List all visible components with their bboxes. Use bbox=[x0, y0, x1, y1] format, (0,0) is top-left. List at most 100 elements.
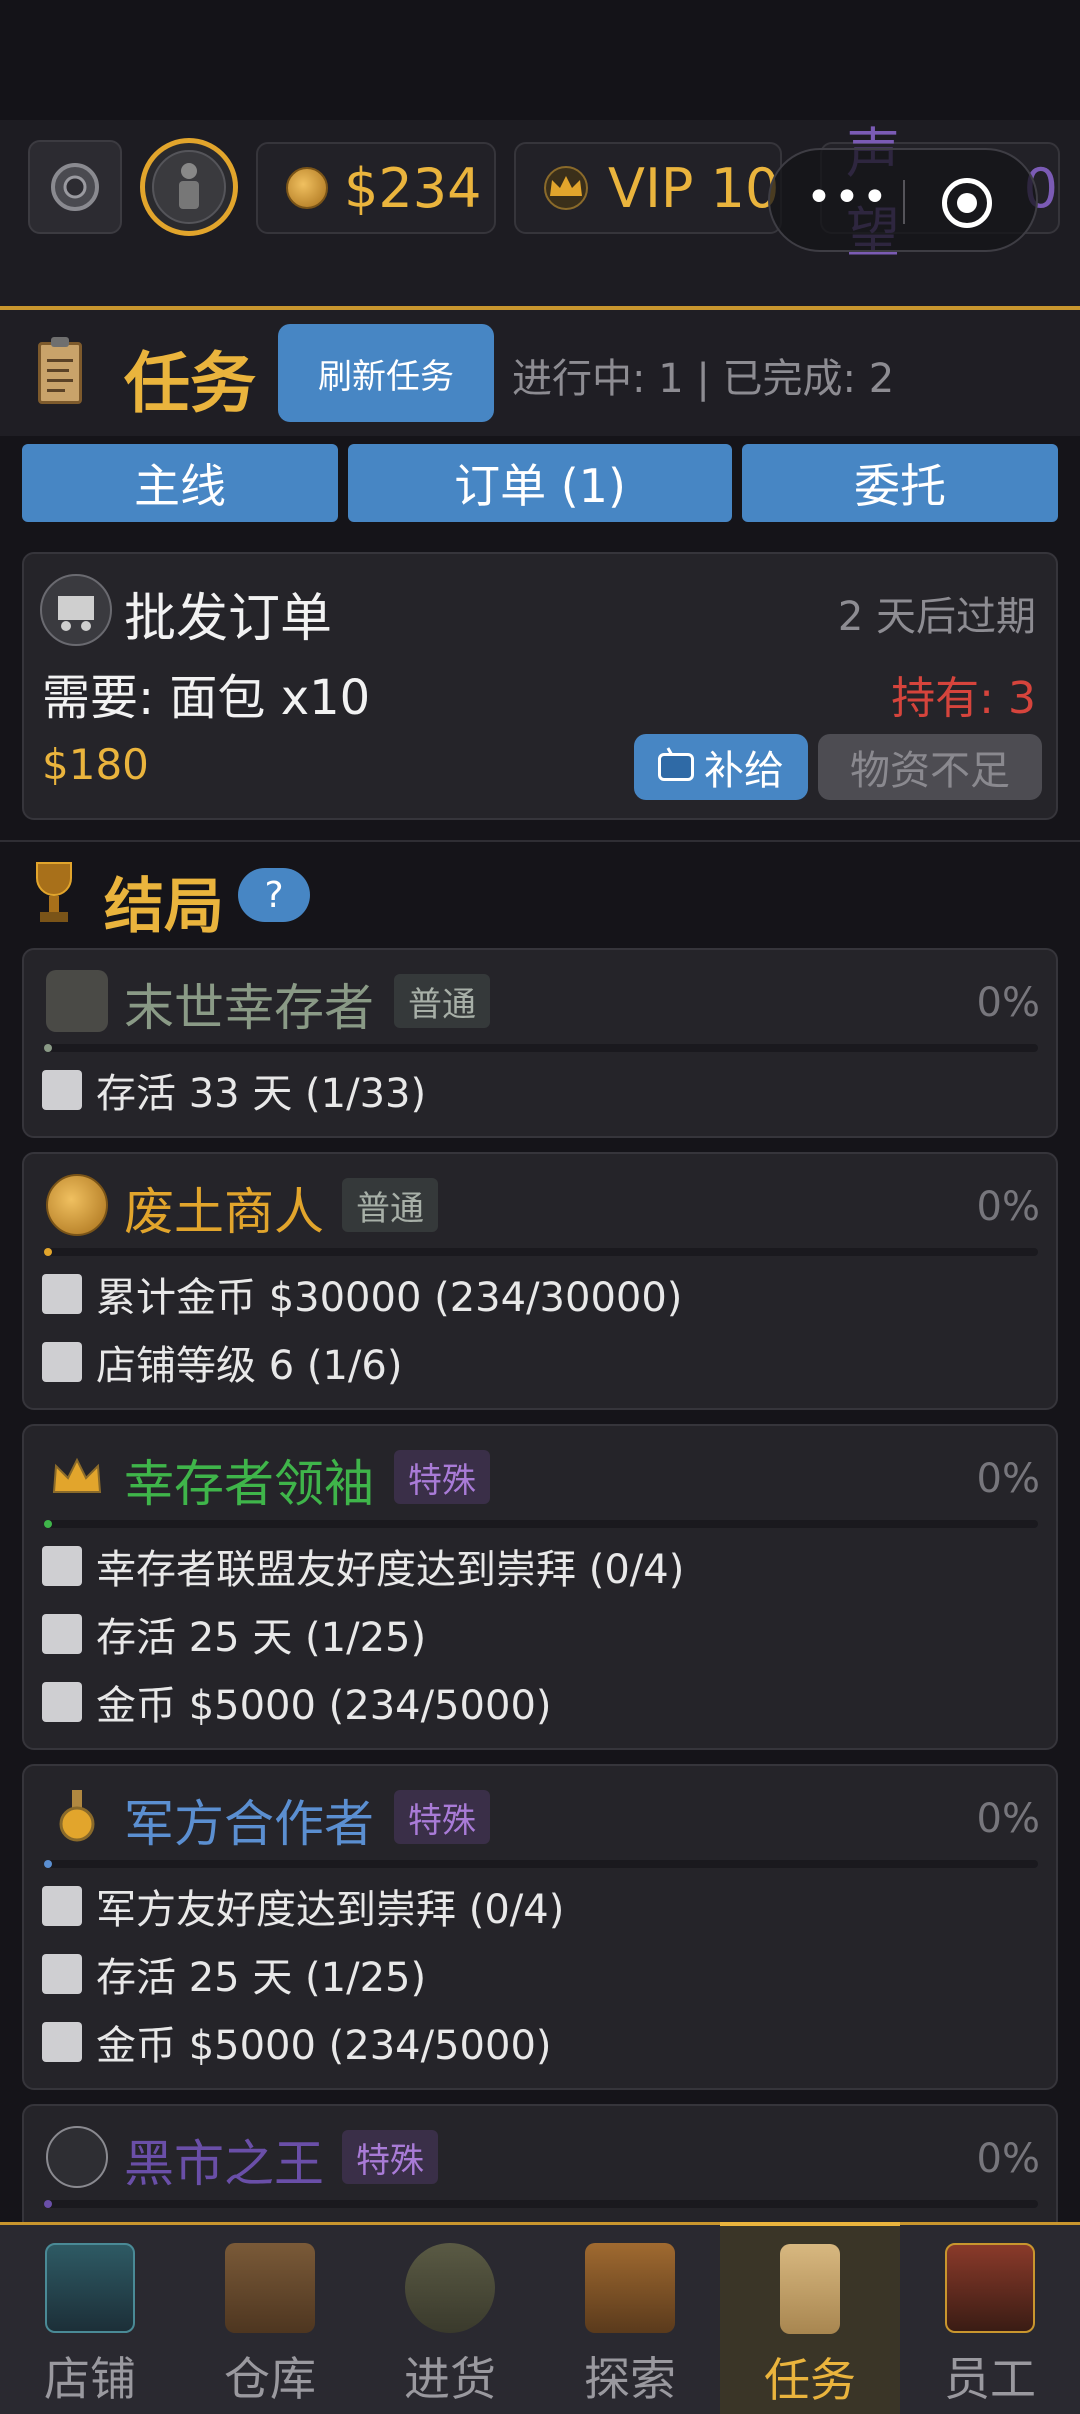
tasks-icon bbox=[780, 2244, 840, 2334]
requirement-item: 存活 25 天 (1/25) bbox=[42, 1950, 426, 2001]
ending-card[interactable]: 末世幸存者 普通 0% 存活 33 天 (1/33) bbox=[22, 948, 1058, 1138]
ending-name: 幸存者领袖 bbox=[124, 1455, 374, 1513]
money-value: $234 bbox=[344, 156, 482, 220]
ending-card[interactable]: 废土商人 普通 0% 累计金币 $30000 (234/30000) 店铺等级 … bbox=[22, 1152, 1058, 1410]
ending-progress-track bbox=[44, 1520, 1038, 1528]
survivor-portrait-icon bbox=[152, 150, 226, 224]
nav-explore[interactable]: 探索 bbox=[540, 2225, 720, 2414]
ending-card[interactable]: 军方合作者 特殊 0% 军方友好度达到崇拜 (0/4) 存活 25 天 (1/2… bbox=[22, 1764, 1058, 2090]
coin-icon bbox=[286, 167, 328, 209]
checkbox-icon bbox=[42, 1342, 82, 1382]
requirement-item: 累计金币 $30000 (234/30000) bbox=[42, 1270, 682, 1321]
supply-label: 补给 bbox=[704, 748, 784, 794]
section-divider bbox=[0, 840, 1080, 842]
requirement-item: 军方友好度达到崇拜 (0/4) bbox=[42, 1882, 564, 1933]
requirement-text: 军方友好度达到崇拜 (0/4) bbox=[96, 1887, 565, 1933]
nav-shop[interactable]: 店铺 bbox=[0, 2225, 180, 2414]
requirement-item: 金币 $5000 (234/5000) bbox=[42, 2018, 552, 2069]
checkbox-icon bbox=[42, 1070, 82, 1110]
more-icon[interactable]: ••• bbox=[806, 176, 890, 220]
ending-card[interactable]: 幸存者领袖 特殊 0% 幸存者联盟友好度达到崇拜 (0/4) 存活 25 天 (… bbox=[22, 1424, 1058, 1750]
order-owned: 持有: 3 bbox=[891, 673, 1036, 724]
requirement-item: 存活 25 天 (1/25) bbox=[42, 1610, 426, 1661]
nav-restock[interactable]: 进货 bbox=[360, 2225, 540, 2414]
vip-level: VIP 10 bbox=[608, 156, 780, 220]
requirement-text: 金币 $5000 (234/5000) bbox=[96, 1683, 552, 1729]
refresh-tasks-button[interactable]: 刷新任务 bbox=[278, 324, 494, 422]
requirement-text: 金币 $5000 (234/5000) bbox=[96, 2023, 552, 2069]
ending-badge: 特殊 bbox=[394, 1450, 490, 1504]
ending-name: 军方合作者 bbox=[124, 1795, 374, 1853]
checkbox-icon bbox=[42, 1614, 82, 1654]
supply-button[interactable]: 补给 bbox=[634, 734, 808, 800]
requirement-text: 幸存者联盟友好度达到崇拜 (0/4) bbox=[96, 1547, 685, 1593]
ending-progress-fill bbox=[44, 1860, 52, 1868]
ending-percent: 0% bbox=[976, 980, 1040, 1026]
coin-icon bbox=[46, 1174, 108, 1236]
tab-orders[interactable]: 订单 (1) bbox=[348, 444, 732, 522]
staff-icon bbox=[945, 2243, 1035, 2333]
nav-warehouse[interactable]: 仓库 bbox=[180, 2225, 360, 2414]
bottom-nav: 店铺 仓库 进货 探索 任务 员工 bbox=[0, 2222, 1080, 2414]
requirement-text: 累计金币 $30000 (234/30000) bbox=[96, 1275, 683, 1321]
ending-badge: 普通 bbox=[394, 974, 490, 1028]
page-title: 任务 bbox=[124, 345, 256, 422]
ending-badge: 特殊 bbox=[342, 2130, 438, 2184]
ending-badge: 特殊 bbox=[394, 1790, 490, 1844]
order-expire: 2 天后过期 bbox=[837, 594, 1036, 640]
nav-tasks[interactable]: 任务 bbox=[720, 2222, 900, 2414]
order-requirement: 需要: 面包 x10 bbox=[42, 670, 371, 726]
ending-name: 末世幸存者 bbox=[124, 979, 374, 1037]
vip-display[interactable]: VIP 10 bbox=[514, 142, 782, 234]
ending-name: 黑市之王 bbox=[124, 2135, 324, 2193]
checkbox-icon bbox=[42, 1954, 82, 1994]
nav-staff[interactable]: 员工 bbox=[900, 2225, 1080, 2414]
medal-icon bbox=[59, 1790, 95, 1842]
gear-icon bbox=[51, 163, 99, 211]
ending-percent: 0% bbox=[976, 1796, 1040, 1842]
requirement-item: 存活 33 天 (1/33) bbox=[42, 1066, 426, 1117]
insufficient-button[interactable]: 物资不足 bbox=[818, 734, 1042, 800]
miniprogram-capsule: ••• bbox=[768, 148, 1038, 252]
tab-main[interactable]: 主线 bbox=[22, 444, 338, 522]
nav-label: 任务 bbox=[764, 2353, 856, 2407]
help-button[interactable]: ? bbox=[238, 868, 310, 922]
money-display: $234 bbox=[256, 142, 496, 234]
trophy-icon bbox=[34, 862, 74, 924]
requirement-text: 存活 25 天 (1/25) bbox=[96, 1615, 427, 1661]
tv-icon bbox=[658, 753, 694, 781]
restock-icon bbox=[405, 2243, 495, 2333]
ending-progress-track bbox=[44, 1860, 1038, 1868]
status-bar bbox=[0, 0, 1080, 120]
ending-progress-track bbox=[44, 2200, 1038, 2208]
crown-icon bbox=[52, 1457, 102, 1493]
ending-percent: 0% bbox=[976, 1184, 1040, 1230]
ending-percent: 0% bbox=[976, 1456, 1040, 1502]
task-progress-text: 进行中: 1 | 已完成: 2 bbox=[512, 356, 895, 402]
ending-name: 废土商人 bbox=[124, 1183, 324, 1241]
close-target-icon[interactable] bbox=[942, 178, 992, 228]
order-reward: $180 bbox=[42, 740, 149, 789]
warehouse-icon bbox=[225, 2243, 315, 2333]
requirement-text: 店铺等级 6 (1/6) bbox=[96, 1343, 403, 1389]
requirement-text: 存活 25 天 (1/25) bbox=[96, 1955, 427, 2001]
requirement-text: 存活 33 天 (1/33) bbox=[96, 1071, 427, 1117]
ending-progress-fill bbox=[44, 2200, 52, 2208]
nav-label: 进货 bbox=[404, 2352, 496, 2406]
nav-label: 仓库 bbox=[224, 2352, 316, 2406]
skull-emblem-icon bbox=[46, 2126, 108, 2188]
requirement-item: 金币 $5000 (234/5000) bbox=[42, 1678, 552, 1729]
ending-progress-fill bbox=[44, 1520, 52, 1528]
ending-badge: 普通 bbox=[342, 1178, 438, 1232]
settings-button[interactable] bbox=[28, 140, 122, 234]
shop-icon bbox=[45, 2243, 135, 2333]
ending-progress-fill bbox=[44, 1248, 52, 1256]
nav-label: 探索 bbox=[584, 2352, 676, 2406]
tab-commissions[interactable]: 委托 bbox=[742, 444, 1058, 522]
ending-progress-track bbox=[44, 1248, 1038, 1256]
checkbox-icon bbox=[42, 1682, 82, 1722]
checkbox-icon bbox=[42, 1274, 82, 1314]
avatar[interactable] bbox=[140, 138, 238, 236]
requirement-item: 店铺等级 6 (1/6) bbox=[42, 1338, 402, 1389]
tasks-header: 任务 刷新任务 进行中: 1 | 已完成: 2 bbox=[0, 310, 1080, 436]
